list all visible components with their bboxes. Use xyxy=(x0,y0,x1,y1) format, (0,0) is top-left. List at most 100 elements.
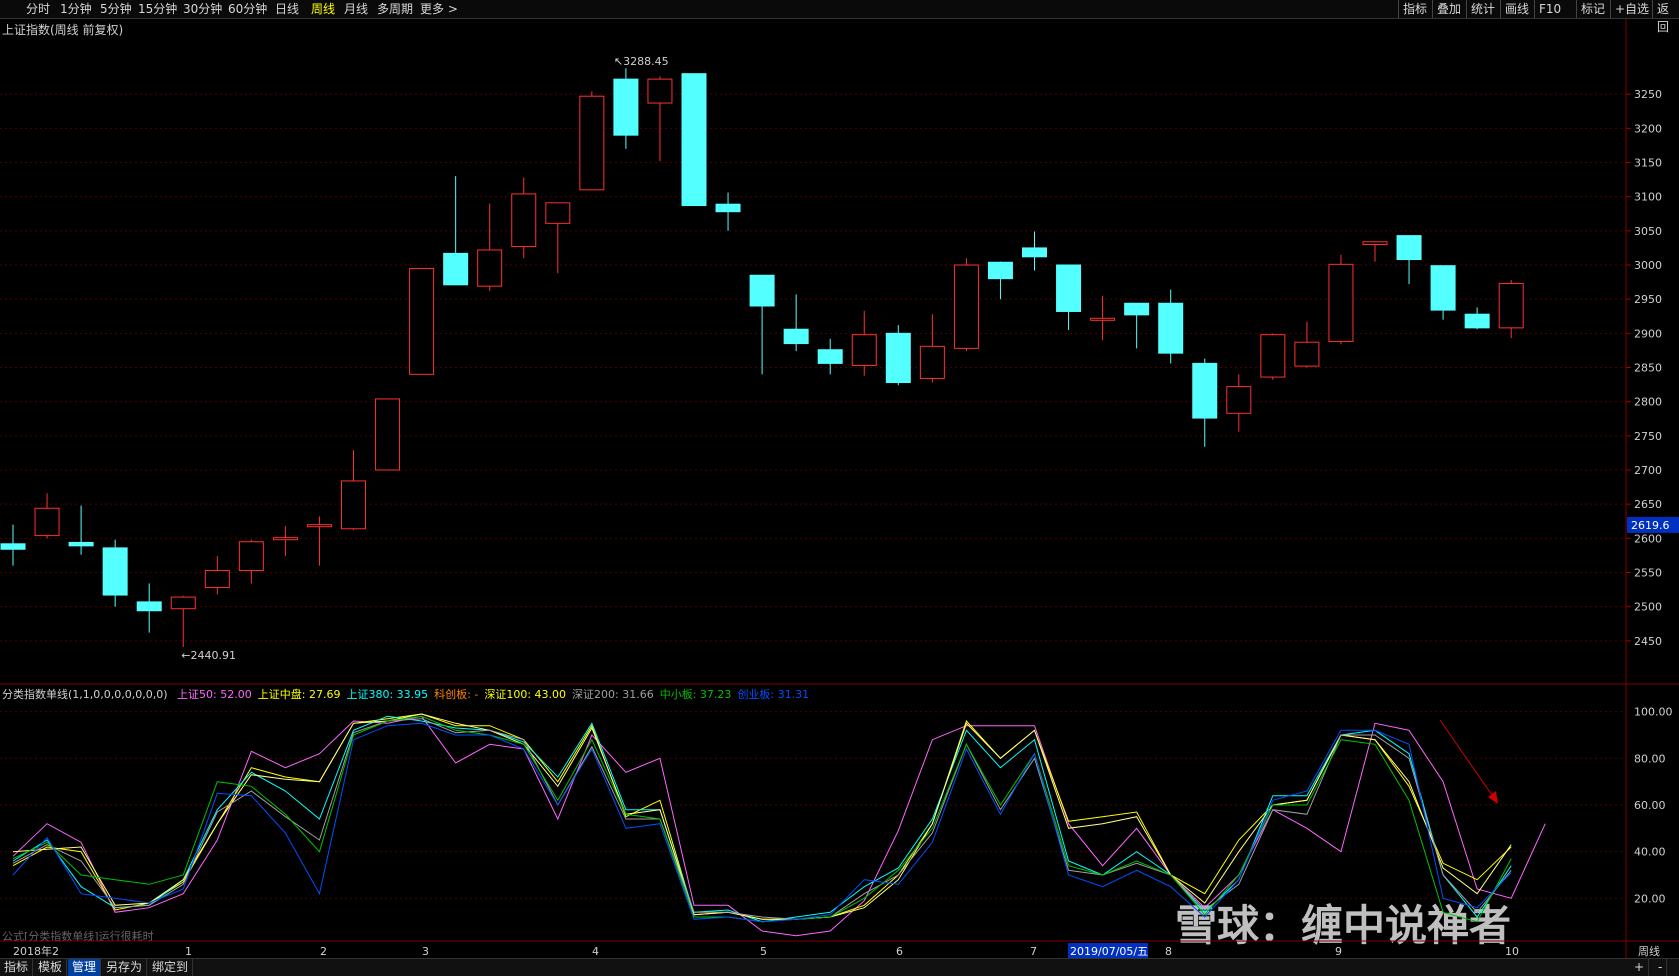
ind-tick-label-3: 80.00 xyxy=(1634,752,1666,765)
high-annotation: ↖3288.45 xyxy=(614,55,669,68)
candle-body-5 xyxy=(170,596,196,610)
candle-15 xyxy=(511,177,537,259)
candle-body-0 xyxy=(0,543,26,550)
candle-body-19 xyxy=(647,78,673,104)
candle-38 xyxy=(1294,321,1320,368)
candle-16 xyxy=(545,202,571,274)
candle-body-29 xyxy=(987,261,1013,280)
x-label-12: 10 xyxy=(1505,945,1519,958)
candle-body-23 xyxy=(783,328,809,345)
candle-2 xyxy=(68,505,94,555)
main-tick-label-7: 2800 xyxy=(1634,396,1662,409)
x-label-11: 9 xyxy=(1335,945,1342,958)
series-line-4 xyxy=(12,718,1512,920)
candle-body-9 xyxy=(306,524,332,528)
main-tick-label-13: 3100 xyxy=(1634,191,1662,204)
candle-body-21 xyxy=(715,203,741,213)
main-tick-label-11: 3000 xyxy=(1634,259,1662,272)
x-label-0: 2018年 xyxy=(13,944,52,958)
series-line-5 xyxy=(12,715,1512,923)
candle-39 xyxy=(1328,254,1354,345)
main-tick-label-2: 2550 xyxy=(1634,567,1662,580)
candle-1 xyxy=(34,493,60,539)
candle-25 xyxy=(851,310,877,376)
candle-13 xyxy=(443,176,469,286)
candle-body-35 xyxy=(1192,362,1218,419)
x-label-5: 4 xyxy=(592,945,599,958)
period-label: 周线 xyxy=(1638,944,1660,958)
candle-41 xyxy=(1396,235,1422,285)
candle-8 xyxy=(272,526,298,557)
candle-9 xyxy=(306,516,332,566)
main-tick-label-6: 2750 xyxy=(1634,430,1662,443)
candle-body-27 xyxy=(919,345,945,379)
candle-body-20 xyxy=(681,73,707,207)
main-tick-label-1: 2500 xyxy=(1634,601,1662,614)
annotation-arrow-line xyxy=(1439,719,1495,799)
candle-26 xyxy=(885,325,911,386)
candle-body-33 xyxy=(1124,302,1150,316)
candle-36 xyxy=(1226,374,1252,432)
x-label-8: 7 xyxy=(1030,945,1037,958)
chart-canvas: 2450 2500 2550 2600 2650 2700 2750 2800 2850 2900… xyxy=(0,19,1679,958)
series-line-0 xyxy=(12,715,1546,937)
candle-body-32 xyxy=(1090,317,1116,321)
candle-0 xyxy=(0,524,26,566)
candle-body-4 xyxy=(136,601,162,612)
series-line-2 xyxy=(12,715,1512,923)
candle-20 xyxy=(681,73,707,207)
candle-33 xyxy=(1124,302,1150,349)
main-tick-label-14: 3150 xyxy=(1634,157,1662,170)
candle-21 xyxy=(715,192,741,231)
candle-body-24 xyxy=(817,349,843,364)
x-label-6: 5 xyxy=(760,945,767,958)
candle-body-36 xyxy=(1226,386,1252,414)
candle-body-14 xyxy=(477,249,503,287)
candle-29 xyxy=(987,261,1013,300)
annotation-arrow-head xyxy=(1488,791,1498,804)
main-tick-label-15: 3200 xyxy=(1634,122,1662,135)
x-label-1: 2 xyxy=(52,945,59,958)
main-tick-label-0: 2450 xyxy=(1634,635,1662,648)
candle-body-37 xyxy=(1260,334,1286,378)
candle-3 xyxy=(102,539,128,607)
candle-22 xyxy=(749,274,775,375)
candle-12 xyxy=(409,267,435,375)
x-label-10: 8 xyxy=(1165,945,1172,958)
candle-body-28 xyxy=(953,264,979,349)
candle-body-40 xyxy=(1362,241,1388,245)
candle-body-13 xyxy=(443,252,469,286)
ind-tick-label-4: 100.00 xyxy=(1634,706,1673,719)
candle-body-7 xyxy=(238,541,264,571)
main-tick-label-12: 3050 xyxy=(1634,225,1662,238)
candle-body-22 xyxy=(749,274,775,307)
candle-23 xyxy=(783,294,809,352)
candle-body-8 xyxy=(272,537,298,541)
x-label-2: 1 xyxy=(185,945,192,958)
series-line-6 xyxy=(12,722,1512,923)
candle-17 xyxy=(579,91,605,191)
candle-35 xyxy=(1192,358,1218,447)
main-tick-label-5: 2700 xyxy=(1634,464,1662,477)
candle-body-1 xyxy=(34,507,60,537)
candle-body-3 xyxy=(102,547,128,596)
candle-body-12 xyxy=(409,267,435,375)
main-tick-label-10: 2950 xyxy=(1634,293,1662,306)
candle-body-6 xyxy=(204,569,230,589)
candle-body-15 xyxy=(511,193,537,248)
candle-4 xyxy=(136,583,162,633)
candle-11 xyxy=(375,398,401,471)
candle-43 xyxy=(1464,307,1490,330)
x-label-3: 2 xyxy=(320,945,327,958)
candle-body-26 xyxy=(885,332,911,384)
x-label-4: 3 xyxy=(422,945,429,958)
ind-tick-label-0: 20.00 xyxy=(1634,892,1666,905)
candle-31 xyxy=(1056,264,1082,330)
candle-14 xyxy=(477,203,503,291)
ind-tick-label-2: 60.00 xyxy=(1634,799,1666,812)
candle-body-2 xyxy=(68,541,94,547)
candle-18 xyxy=(613,68,639,149)
main-tick-label-3: 2600 xyxy=(1634,532,1662,545)
candle-42 xyxy=(1430,265,1456,320)
low-annotation: ←2440.91 xyxy=(181,649,236,662)
